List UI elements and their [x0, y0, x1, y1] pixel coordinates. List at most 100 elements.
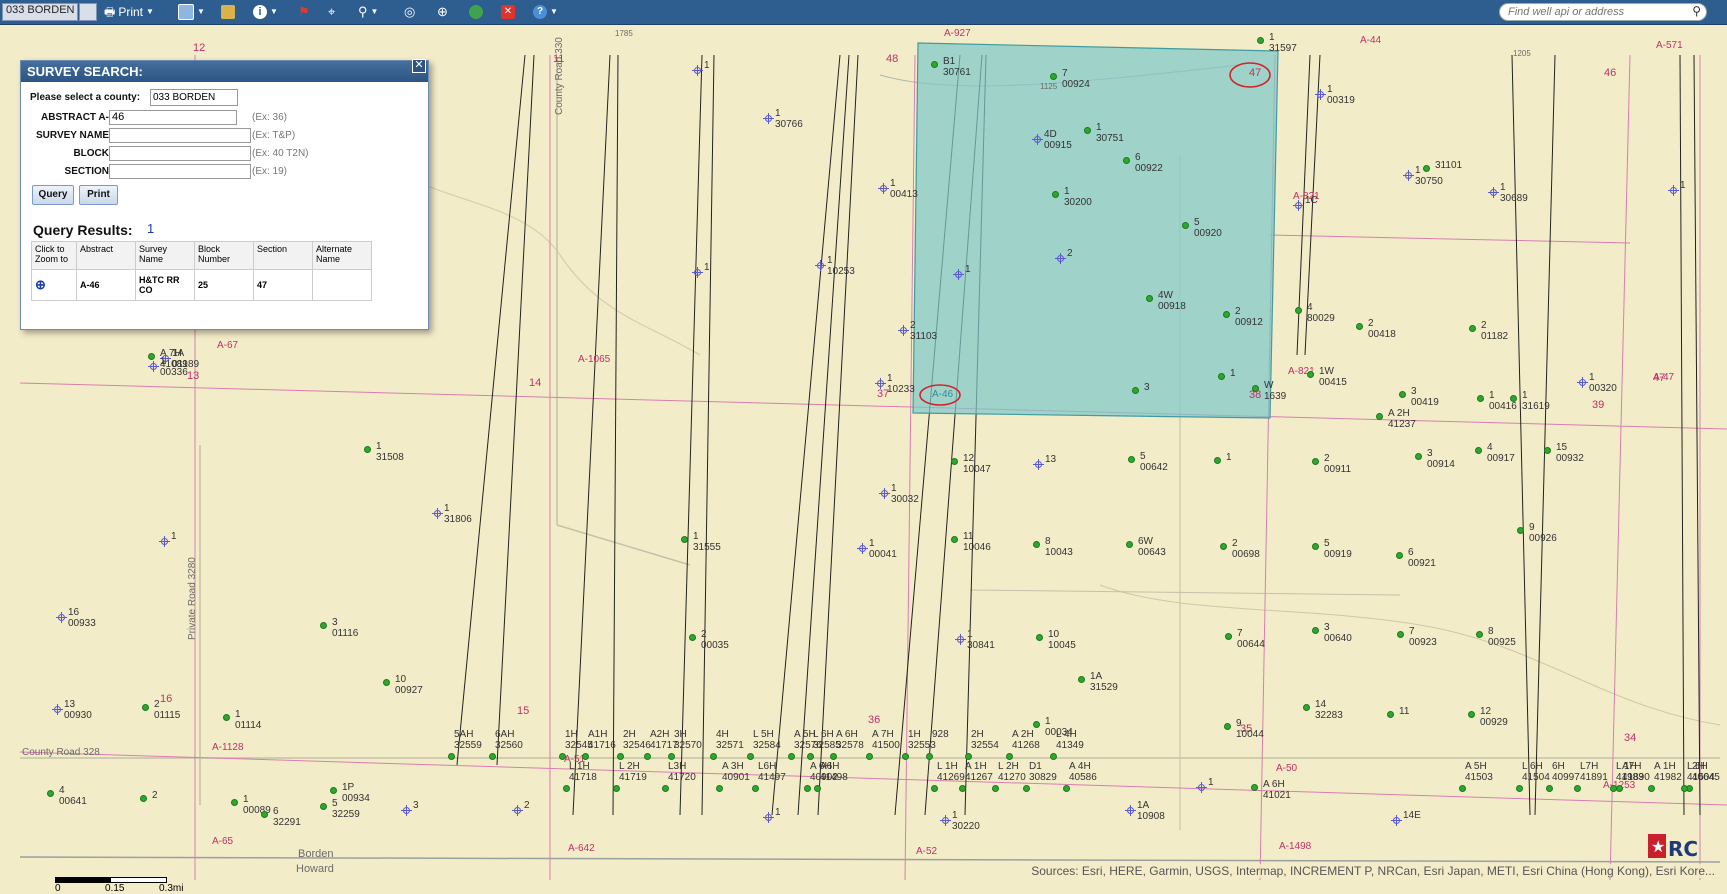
well-symbol[interactable]: [788, 753, 795, 760]
well-symbol[interactable]: [931, 785, 938, 792]
clear-button[interactable]: ✕: [501, 2, 515, 22]
well-symbol[interactable]: [231, 799, 238, 806]
well-symbol[interactable]: [1415, 453, 1422, 460]
well-symbol[interactable]: [1312, 458, 1319, 465]
well-symbol[interactable]: [261, 811, 268, 818]
well-symbol[interactable]: [1303, 704, 1310, 711]
well-symbol[interactable]: [1006, 753, 1013, 760]
well-symbol[interactable]: [804, 785, 811, 792]
flag-button[interactable]: ⚑: [298, 2, 310, 22]
well-symbol[interactable]: [951, 458, 958, 465]
well-symbol[interactable]: [56, 612, 67, 623]
well-symbol[interactable]: [959, 785, 966, 792]
well-symbol[interactable]: [875, 378, 886, 389]
well-symbol[interactable]: [1517, 527, 1524, 534]
well-symbol[interactable]: [1307, 371, 1314, 378]
well-symbol[interactable]: [814, 785, 821, 792]
well-symbol[interactable]: [1196, 782, 1207, 793]
well-symbol[interactable]: [432, 508, 443, 519]
well-symbol[interactable]: [613, 785, 620, 792]
well-symbol[interactable]: [1063, 785, 1070, 792]
well-symbol[interactable]: [563, 785, 570, 792]
well-symbol[interactable]: [1315, 89, 1326, 100]
well-symbol[interactable]: [512, 805, 523, 816]
toolbox-button[interactable]: [221, 2, 235, 22]
print-button[interactable]: 🖶 Print ▼: [104, 2, 154, 22]
well-symbol[interactable]: [710, 753, 717, 760]
well-symbol[interactable]: [1084, 127, 1091, 134]
well-symbol[interactable]: [857, 543, 868, 554]
crosshair-button[interactable]: ⌖: [328, 2, 335, 22]
county-selector[interactable]: 033 BORDEN: [2, 2, 98, 22]
well-symbol[interactable]: [1312, 627, 1319, 634]
well-symbol[interactable]: [330, 787, 337, 794]
county-select[interactable]: 033 BORDEN: [150, 89, 238, 106]
well-symbol[interactable]: [1132, 387, 1139, 394]
well-symbol[interactable]: [1251, 784, 1258, 791]
block-input[interactable]: [109, 146, 251, 161]
well-symbol[interactable]: [1469, 325, 1476, 332]
well-symbol[interactable]: [951, 536, 958, 543]
well-symbol[interactable]: [747, 753, 754, 760]
well-symbol[interactable]: [902, 753, 909, 760]
well-symbol[interactable]: [931, 61, 938, 68]
well-symbol[interactable]: [1477, 395, 1484, 402]
well-symbol[interactable]: [489, 753, 496, 760]
well-symbol[interactable]: [1033, 541, 1040, 548]
survey-name-input[interactable]: [109, 128, 251, 143]
well-symbol[interactable]: [1223, 311, 1230, 318]
well-symbol[interactable]: [763, 812, 774, 823]
well-symbol[interactable]: [1218, 373, 1225, 380]
zoom-in-icon[interactable]: ⊕: [35, 277, 46, 292]
well-symbol[interactable]: [644, 753, 651, 760]
well-symbol[interactable]: [1387, 711, 1394, 718]
well-search-input[interactable]: [1499, 3, 1707, 21]
well-symbol[interactable]: [1224, 723, 1231, 730]
well-symbol[interactable]: [1399, 391, 1406, 398]
well-symbol[interactable]: [1376, 413, 1383, 420]
well-symbol[interactable]: [140, 795, 147, 802]
well-symbol[interactable]: [1488, 187, 1499, 198]
well-symbol[interactable]: [52, 704, 63, 715]
well-symbol[interactable]: [815, 260, 826, 271]
well-symbol[interactable]: [689, 634, 696, 641]
well-symbol[interactable]: [1078, 676, 1085, 683]
well-symbol[interactable]: [1050, 73, 1057, 80]
well-symbol[interactable]: [1616, 785, 1623, 792]
well-symbol[interactable]: [1220, 543, 1227, 550]
well-symbol[interactable]: [142, 704, 149, 711]
well-symbol[interactable]: [223, 714, 230, 721]
well-symbol[interactable]: [47, 790, 54, 797]
well-symbol[interactable]: [898, 325, 909, 336]
well-symbol[interactable]: [763, 113, 774, 124]
well-symbol[interactable]: [582, 753, 589, 760]
well-symbol[interactable]: [401, 805, 412, 816]
well-symbol[interactable]: [1544, 447, 1551, 454]
help-button[interactable]: ? ▼: [533, 2, 558, 22]
well-symbol[interactable]: [692, 267, 703, 278]
well-symbol[interactable]: [448, 753, 455, 760]
well-symbol[interactable]: [1128, 456, 1135, 463]
well-symbol[interactable]: [965, 753, 972, 760]
well-symbol[interactable]: [1033, 459, 1044, 470]
well-symbol[interactable]: [830, 753, 837, 760]
basemap-button[interactable]: ▼: [178, 2, 205, 22]
well-symbol[interactable]: [1574, 785, 1581, 792]
well-symbol[interactable]: [955, 634, 966, 645]
well-symbol[interactable]: [1293, 200, 1304, 211]
well-symbol[interactable]: [1396, 552, 1403, 559]
well-symbol[interactable]: [878, 183, 889, 194]
search-icon[interactable]: ⚲: [1692, 4, 1701, 18]
well-symbol[interactable]: [1032, 134, 1043, 145]
well-symbol[interactable]: [1036, 634, 1043, 641]
well-symbol[interactable]: [1475, 447, 1482, 454]
well-symbol[interactable]: [1182, 222, 1189, 229]
well-symbol[interactable]: [1403, 170, 1414, 181]
close-icon[interactable]: ✕: [412, 59, 426, 73]
well-symbol[interactable]: [148, 361, 159, 372]
well-symbol[interactable]: [364, 446, 371, 453]
well-symbol[interactable]: [383, 679, 390, 686]
well-symbol[interactable]: [752, 785, 759, 792]
well-symbol[interactable]: [320, 803, 327, 810]
well-symbol[interactable]: [1648, 785, 1655, 792]
